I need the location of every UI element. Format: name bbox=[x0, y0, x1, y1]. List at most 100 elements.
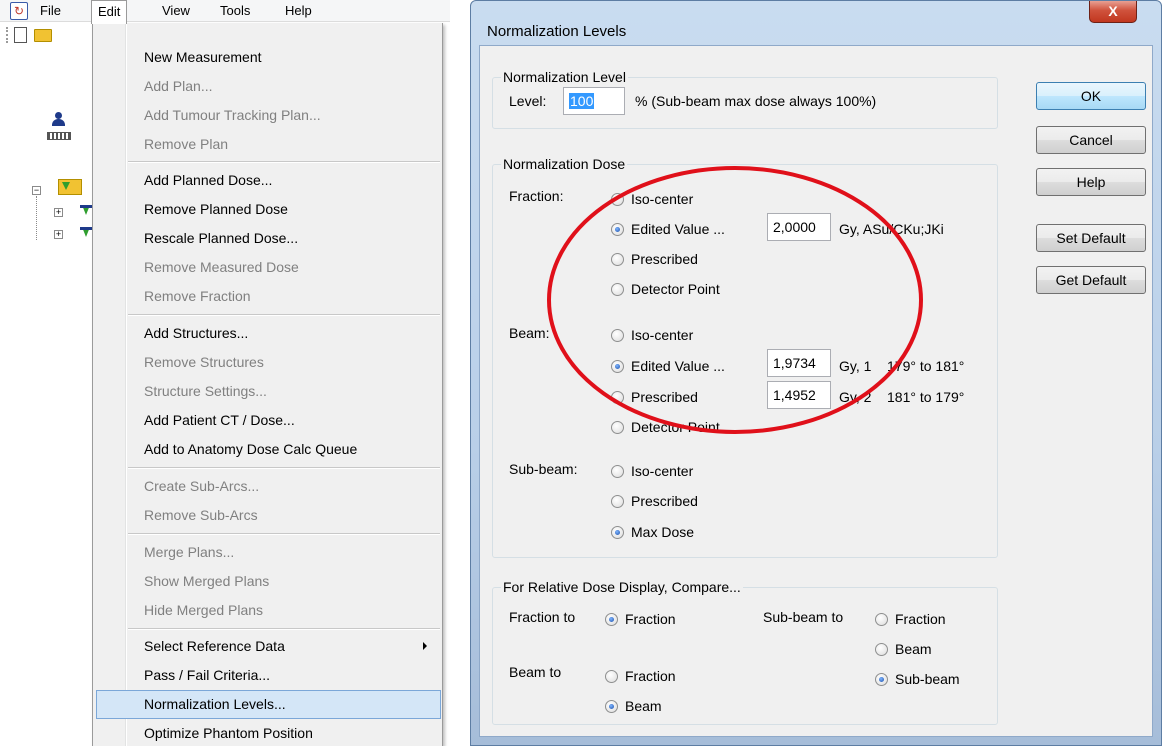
application-window: ↻ File Edit View Tools Help − + + New Me… bbox=[0, 0, 450, 746]
beam-1-range-label: 179° to 181° bbox=[887, 358, 965, 374]
menu-item-remove-sub-arcs[interactable]: Remove Sub-Arcs bbox=[96, 501, 441, 530]
menu-item-remove-fraction[interactable]: Remove Fraction bbox=[96, 282, 441, 311]
sub-beam-max-dose-radio[interactable] bbox=[611, 526, 624, 539]
menu-item-add-structures[interactable]: Add Structures... bbox=[96, 319, 441, 348]
menu-view[interactable]: View bbox=[162, 3, 190, 18]
fraction-iso-center-radio[interactable] bbox=[611, 193, 624, 206]
menu-item-create-sub-arcs[interactable]: Create Sub-Arcs... bbox=[96, 472, 441, 501]
edit-dropdown-menu: New Measurement Add Plan... Add Tumour T… bbox=[92, 23, 443, 746]
get-default-button[interactable]: Get Default bbox=[1036, 266, 1146, 294]
level-input[interactable]: 100 bbox=[563, 87, 625, 115]
beam-prescribed-radio[interactable] bbox=[611, 391, 624, 404]
sub-beam-iso-center-radio[interactable] bbox=[611, 465, 624, 478]
beam-prescribed-label: Prescribed bbox=[631, 389, 698, 405]
tree-line bbox=[36, 196, 37, 240]
fraction-edited-value-radio[interactable] bbox=[611, 223, 624, 236]
menu-item-add-plan[interactable]: Add Plan... bbox=[96, 72, 441, 101]
patient-user-icon[interactable] bbox=[52, 112, 65, 126]
toolbar-grip-icon[interactable] bbox=[6, 27, 9, 43]
menu-item-optimize-phantom-position[interactable]: Optimize Phantom Position bbox=[96, 719, 441, 746]
menu-edit[interactable]: Edit bbox=[91, 0, 128, 24]
new-document-icon[interactable] bbox=[14, 27, 27, 43]
menu-item-structure-settings[interactable]: Structure Settings... bbox=[96, 377, 441, 406]
tree-expand-icon[interactable]: + bbox=[54, 208, 63, 217]
level-label: Level: bbox=[509, 93, 547, 109]
help-button[interactable]: Help bbox=[1036, 168, 1146, 196]
normalization-dose-group: Normalization Dose Fraction: Iso-center … bbox=[492, 156, 998, 558]
beam-detector-point-radio[interactable] bbox=[611, 421, 624, 434]
beam-iso-center-radio[interactable] bbox=[611, 329, 624, 342]
menu-item-hide-merged-plans[interactable]: Hide Merged Plans bbox=[96, 596, 441, 625]
beam-to-fraction-radio[interactable] bbox=[605, 670, 618, 683]
sub-beam-label: Sub-beam: bbox=[509, 461, 578, 477]
menu-item-add-anatomy-dose-calc[interactable]: Add to Anatomy Dose Calc Queue bbox=[96, 435, 441, 464]
beam-iso-center-label: Iso-center bbox=[631, 327, 694, 343]
open-folder-icon[interactable] bbox=[34, 29, 52, 42]
menu-item-merge-plans[interactable]: Merge Plans... bbox=[96, 538, 441, 567]
tree-view: − + + bbox=[0, 48, 100, 248]
menu-bar: ↻ File Edit View Tools Help bbox=[0, 0, 450, 24]
sub-beam-prescribed-radio[interactable] bbox=[611, 495, 624, 508]
sub-beam-to-label: Sub-beam to bbox=[763, 609, 844, 625]
menu-item-add-patient-ct-dose[interactable]: Add Patient CT / Dose... bbox=[96, 406, 441, 435]
menu-item-select-reference-data[interactable]: Select Reference Data bbox=[96, 632, 441, 661]
menu-item-add-planned-dose[interactable]: Add Planned Dose... bbox=[96, 166, 441, 195]
beam-1-value-input[interactable]: 1,9734 bbox=[767, 349, 831, 377]
menu-separator bbox=[128, 161, 440, 163]
fraction-to-fraction-radio[interactable] bbox=[605, 613, 618, 626]
fraction-value-input[interactable]: 2,0000 bbox=[767, 213, 831, 241]
normalization-levels-dialog: Normalization Levels X Normalization Lev… bbox=[470, 0, 1162, 746]
app-icon[interactable]: ↻ bbox=[10, 2, 28, 20]
beam-edited-value-radio[interactable] bbox=[611, 360, 624, 373]
tree-expand-icon[interactable]: + bbox=[54, 230, 63, 239]
menu-help[interactable]: Help bbox=[285, 3, 312, 18]
device-icon[interactable] bbox=[47, 132, 71, 140]
tree-collapse-icon[interactable]: − bbox=[32, 186, 41, 195]
toolbar bbox=[0, 23, 100, 47]
menu-item-pass-fail-criteria[interactable]: Pass / Fail Criteria... bbox=[96, 661, 441, 690]
menu-item-new-measurement[interactable]: New Measurement bbox=[96, 43, 441, 72]
beam-label: Beam: bbox=[509, 325, 550, 341]
menu-item-normalization-levels[interactable]: Normalization Levels... bbox=[96, 690, 441, 719]
menu-item-add-tumour-tracking-plan[interactable]: Add Tumour Tracking Plan... bbox=[96, 101, 441, 130]
sub-beam-to-sub-beam-radio[interactable] bbox=[875, 673, 888, 686]
submenu-arrow-icon bbox=[423, 642, 427, 650]
fraction-detector-point-radio[interactable] bbox=[611, 283, 624, 296]
menu-item-remove-structures[interactable]: Remove Structures bbox=[96, 348, 441, 377]
beam-2-unit-label: Gy, 2 bbox=[839, 389, 872, 405]
menu-separator bbox=[128, 628, 440, 630]
beam-to-label: Beam to bbox=[509, 664, 562, 680]
menu-tools[interactable]: Tools bbox=[220, 3, 250, 18]
sub-beam-to-sub-beam-label: Sub-beam bbox=[895, 671, 960, 687]
menu-item-remove-measured-dose[interactable]: Remove Measured Dose bbox=[96, 253, 441, 282]
group-legend: Normalization Level bbox=[501, 69, 628, 85]
plan-folder-icon[interactable] bbox=[58, 179, 82, 195]
beam-2-range-label: 181° to 179° bbox=[887, 389, 965, 405]
level-unit-note: % (Sub-beam max dose always 100%) bbox=[635, 93, 877, 109]
cancel-button[interactable]: Cancel bbox=[1036, 126, 1146, 154]
sub-beam-to-beam-radio[interactable] bbox=[875, 643, 888, 656]
set-default-button[interactable]: Set Default bbox=[1036, 224, 1146, 252]
level-value: 100 bbox=[569, 93, 595, 109]
menu-item-show-merged-plans[interactable]: Show Merged Plans bbox=[96, 567, 441, 596]
ok-button[interactable]: OK bbox=[1036, 82, 1146, 110]
menu-file[interactable]: File bbox=[40, 3, 61, 18]
menu-item-remove-planned-dose[interactable]: Remove Planned Dose bbox=[96, 195, 441, 224]
fraction-edited-value-label: Edited Value ... bbox=[631, 221, 725, 237]
close-button[interactable]: X bbox=[1089, 1, 1137, 23]
sub-beam-iso-center-label: Iso-center bbox=[631, 463, 694, 479]
fraction-prescribed-radio[interactable] bbox=[611, 253, 624, 266]
beam-detector-point-label: Detector Point bbox=[631, 419, 720, 435]
menu-item-remove-plan[interactable]: Remove Plan bbox=[96, 130, 441, 159]
beam-to-beam-label: Beam bbox=[625, 698, 662, 714]
menu-item-rescale-planned-dose[interactable]: Rescale Planned Dose... bbox=[96, 224, 441, 253]
dialog-title: Normalization Levels bbox=[487, 23, 627, 40]
relative-dose-group: For Relative Dose Display, Compare... Fr… bbox=[492, 579, 998, 725]
beam-to-beam-radio[interactable] bbox=[605, 700, 618, 713]
sub-beam-to-fraction-radio[interactable] bbox=[875, 613, 888, 626]
fraction-to-label: Fraction to bbox=[509, 609, 576, 625]
fraction-label: Fraction: bbox=[509, 188, 564, 204]
beam-2-value-input[interactable]: 1,4952 bbox=[767, 381, 831, 409]
beam-edited-value-label: Edited Value ... bbox=[631, 358, 725, 374]
screenshot-divider bbox=[450, 0, 470, 746]
